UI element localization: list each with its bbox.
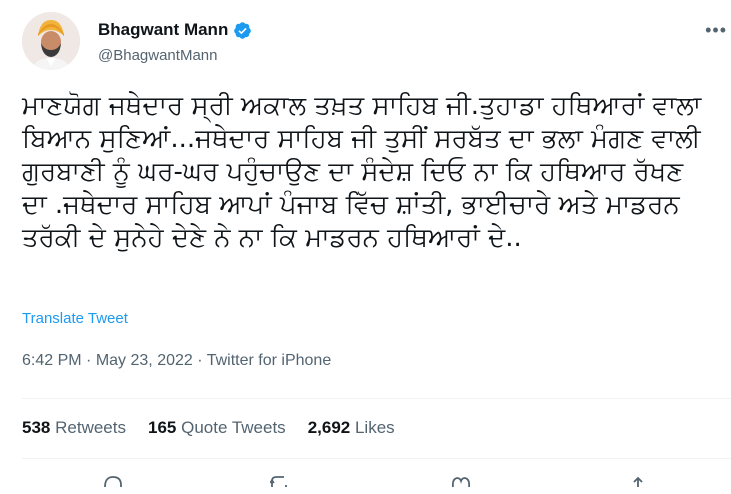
tweet-date[interactable]: May 23, 2022	[96, 352, 193, 369]
tweet-actions	[22, 474, 731, 494]
tweet-stats: 538 Retweets 165 Quote Tweets 2,692 Like…	[22, 418, 417, 438]
tweet-header: Bhagwant Mann @BhagwantMann •••	[22, 12, 731, 76]
retweets-stat[interactable]: 538 Retweets	[22, 418, 126, 438]
tweet-meta: 6:42 PM · May 23, 2022 · Twitter for iPh…	[22, 352, 331, 370]
quotes-label: Quote Tweets	[181, 418, 286, 437]
likes-stat[interactable]: 2,692 Likes	[308, 418, 395, 438]
like-icon[interactable]	[450, 474, 472, 488]
display-name[interactable]: Bhagwant Mann	[98, 20, 228, 40]
divider	[22, 398, 731, 399]
tweet-time[interactable]: 6:42 PM	[22, 352, 82, 369]
tweet-text: ਮਾਣਯੋਗ ਜਥੇਦਾਰ ਸ੍ਰੀ ਅਕਾਲ ਤਖ਼ਤ ਸਾਹਿਬ ਜੀ.ਤੁ…	[22, 91, 710, 253]
avatar[interactable]	[22, 12, 80, 70]
name-row: Bhagwant Mann	[98, 20, 252, 40]
verified-badge-icon	[233, 21, 252, 40]
user-handle[interactable]: @BhagwantMann	[98, 47, 217, 64]
divider	[22, 458, 731, 459]
reply-icon[interactable]	[102, 474, 124, 488]
translate-tweet-link[interactable]: Translate Tweet	[22, 310, 128, 327]
quotes-count: 165	[147, 418, 177, 437]
quote-tweets-stat[interactable]: 165 Quote Tweets	[148, 418, 286, 438]
retweet-icon[interactable]	[269, 474, 292, 488]
tweet-source[interactable]: Twitter for iPhone	[207, 352, 332, 369]
likes-label: Likes	[354, 418, 395, 437]
meta-separator: ·	[197, 352, 203, 369]
retweets-count: 538	[22, 418, 51, 437]
more-options-icon[interactable]: •••	[705, 20, 727, 41]
retweets-label: Retweets	[55, 418, 126, 437]
share-icon[interactable]	[627, 474, 649, 488]
avatar-image	[22, 12, 80, 70]
meta-separator: ·	[86, 352, 92, 369]
likes-count: 2,692	[307, 418, 351, 437]
